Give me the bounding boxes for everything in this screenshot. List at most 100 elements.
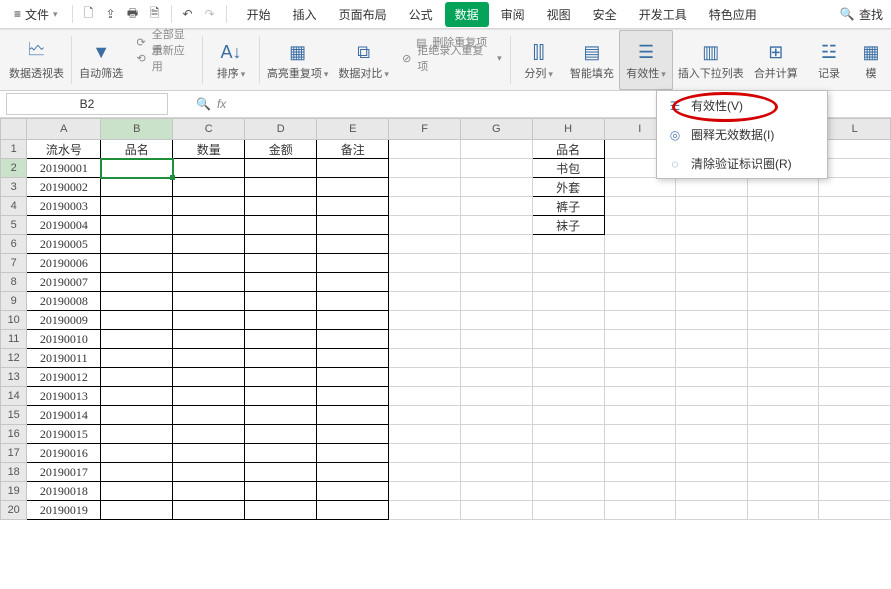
cell-C15[interactable] <box>173 406 245 425</box>
cell-F7[interactable] <box>389 254 461 273</box>
cell-H13[interactable] <box>532 368 604 387</box>
row-header-7[interactable]: 7 <box>1 254 27 273</box>
cell-L11[interactable] <box>819 330 891 349</box>
cell-E13[interactable] <box>317 368 389 387</box>
cell-I13[interactable] <box>604 368 675 387</box>
insert-dropdown-button[interactable]: ▥ 插入下拉列表 <box>673 30 749 90</box>
cell-B5[interactable] <box>101 216 173 235</box>
cell-D4[interactable] <box>245 197 317 216</box>
cell-D7[interactable] <box>245 254 317 273</box>
cell-J17[interactable] <box>676 444 748 463</box>
cell-H19[interactable] <box>532 482 604 501</box>
cell-C13[interactable] <box>173 368 245 387</box>
cell-K6[interactable] <box>747 235 819 254</box>
cell-D3[interactable] <box>245 178 317 197</box>
cell-K15[interactable] <box>747 406 819 425</box>
cell-H11[interactable] <box>532 330 604 349</box>
cell-D8[interactable] <box>245 273 317 292</box>
cell-L7[interactable] <box>819 254 891 273</box>
col-header-B[interactable]: B <box>101 119 173 140</box>
row-header-2[interactable]: 2 <box>1 159 27 178</box>
row-header-9[interactable]: 9 <box>1 292 27 311</box>
cell-E19[interactable] <box>317 482 389 501</box>
col-header-C[interactable]: C <box>173 119 245 140</box>
cell-H7[interactable] <box>532 254 604 273</box>
col-header-A[interactable]: A <box>27 119 101 140</box>
validity-menu-validity[interactable]: ☰ 有效性(V) <box>657 91 827 120</box>
cell-A19[interactable]: 20190018 <box>27 482 101 501</box>
cell-C17[interactable] <box>173 444 245 463</box>
cell-C18[interactable] <box>173 463 245 482</box>
cell-H17[interactable] <box>532 444 604 463</box>
cell-I6[interactable] <box>604 235 675 254</box>
split-col-button[interactable]: ⫿⫿ 分列▾ <box>513 30 565 90</box>
cell-H1[interactable]: 品名 <box>532 140 604 159</box>
cell-F10[interactable] <box>389 311 461 330</box>
print-icon[interactable]: 🖶 <box>123 4 143 24</box>
cell-K19[interactable] <box>747 482 819 501</box>
tab-2[interactable]: 页面布局 <box>329 2 397 27</box>
cell-A17[interactable]: 20190016 <box>27 444 101 463</box>
cell-C3[interactable] <box>173 178 245 197</box>
cell-K5[interactable] <box>747 216 819 235</box>
cell-A4[interactable]: 20190003 <box>27 197 101 216</box>
cell-L9[interactable] <box>819 292 891 311</box>
cell-E4[interactable] <box>317 197 389 216</box>
cell-F20[interactable] <box>389 501 461 520</box>
search-icon[interactable]: 🔍 <box>837 4 857 24</box>
cell-B1[interactable]: 品名 <box>101 140 173 159</box>
select-all-corner[interactable] <box>1 119 27 140</box>
cell-G18[interactable] <box>460 463 532 482</box>
cell-J14[interactable] <box>676 387 748 406</box>
smart-fill-button[interactable]: ▤ 智能填充 <box>565 30 619 90</box>
spreadsheet-grid[interactable]: ABCDEFGHIJKL1流水号品名数量金额备注品名220190001书包320… <box>0 118 891 567</box>
cell-E12[interactable] <box>317 349 389 368</box>
row-header-14[interactable]: 14 <box>1 387 27 406</box>
cell-K16[interactable] <box>747 425 819 444</box>
cell-L17[interactable] <box>819 444 891 463</box>
cell-A6[interactable]: 20190005 <box>27 235 101 254</box>
cell-B20[interactable] <box>101 501 173 520</box>
cell-E1[interactable]: 备注 <box>317 140 389 159</box>
tab-5[interactable]: 审阅 <box>491 2 535 27</box>
cell-B2[interactable] <box>101 159 173 178</box>
cell-B16[interactable] <box>101 425 173 444</box>
cell-K20[interactable] <box>747 501 819 520</box>
row-header-10[interactable]: 10 <box>1 311 27 330</box>
fx-area[interactable]: 🔍 fx <box>196 97 226 111</box>
cell-C12[interactable] <box>173 349 245 368</box>
cell-D10[interactable] <box>245 311 317 330</box>
cell-L19[interactable] <box>819 482 891 501</box>
cell-I7[interactable] <box>604 254 675 273</box>
cell-L1[interactable] <box>819 140 891 159</box>
undo-icon[interactable]: ↶ <box>178 4 198 24</box>
cell-C9[interactable] <box>173 292 245 311</box>
cell-J3[interactable] <box>676 178 748 197</box>
cell-G14[interactable] <box>460 387 532 406</box>
cell-C14[interactable] <box>173 387 245 406</box>
cell-A12[interactable]: 20190011 <box>27 349 101 368</box>
cell-B7[interactable] <box>101 254 173 273</box>
cell-L13[interactable] <box>819 368 891 387</box>
cell-F8[interactable] <box>389 273 461 292</box>
cell-F18[interactable] <box>389 463 461 482</box>
cell-F5[interactable] <box>389 216 461 235</box>
tab-7[interactable]: 安全 <box>583 2 627 27</box>
cell-E7[interactable] <box>317 254 389 273</box>
cell-H14[interactable] <box>532 387 604 406</box>
cell-F16[interactable] <box>389 425 461 444</box>
cell-L14[interactable] <box>819 387 891 406</box>
cell-L4[interactable] <box>819 197 891 216</box>
validity-menu-clear-circles[interactable]: ◌ 清除验证标识圈(R) <box>657 149 827 178</box>
cell-L18[interactable] <box>819 463 891 482</box>
cell-F1[interactable] <box>389 140 461 159</box>
row-header-18[interactable]: 18 <box>1 463 27 482</box>
cell-H2[interactable]: 书包 <box>532 159 604 178</box>
cell-G8[interactable] <box>460 273 532 292</box>
cell-E15[interactable] <box>317 406 389 425</box>
cell-I11[interactable] <box>604 330 675 349</box>
cell-I17[interactable] <box>604 444 675 463</box>
cell-G7[interactable] <box>460 254 532 273</box>
cell-G15[interactable] <box>460 406 532 425</box>
cell-B13[interactable] <box>101 368 173 387</box>
